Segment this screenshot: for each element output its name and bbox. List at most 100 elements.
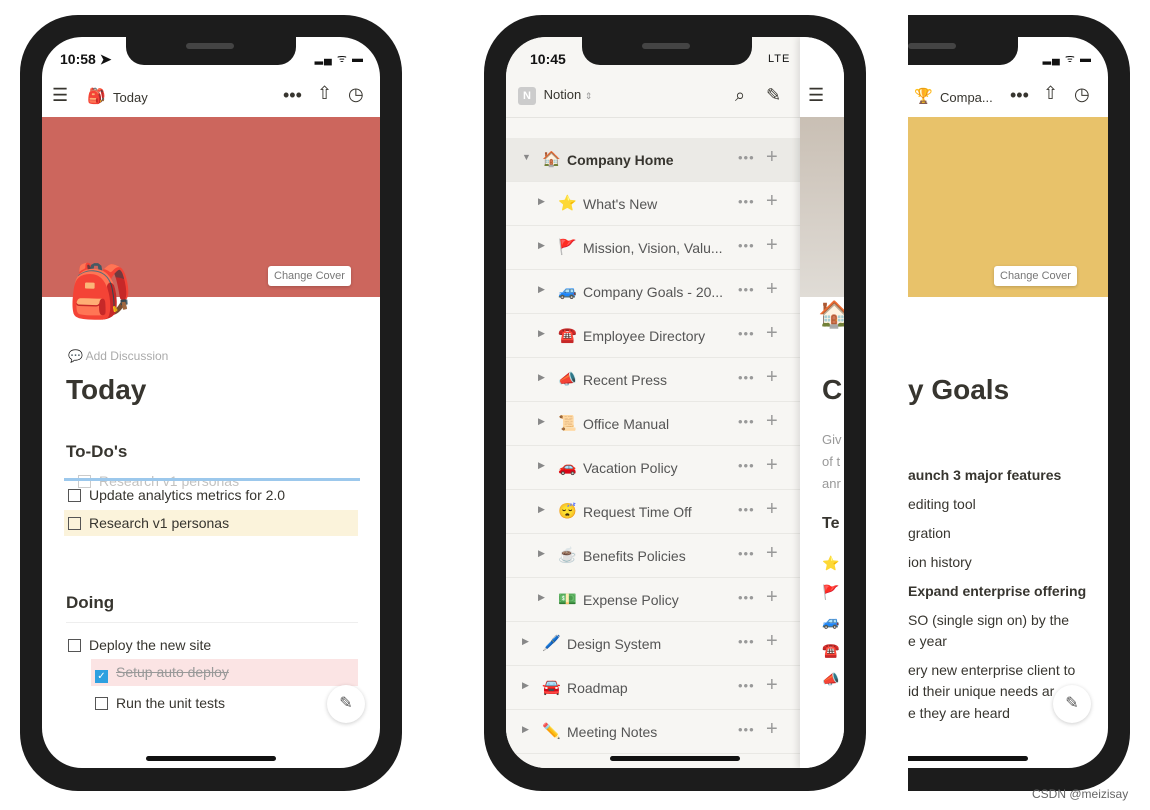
add-icon[interactable]: + (766, 366, 778, 389)
more-icon[interactable]: ••• (283, 85, 302, 106)
sidebar-item[interactable]: ▶ 📜 Office Manual ••• + (506, 402, 800, 446)
sidebar-item[interactable]: ▶ ✏️ Meeting Notes ••• + (506, 710, 800, 754)
more-icon[interactable]: ••• (1010, 85, 1029, 106)
sidebar-item[interactable]: ▶ 🚘 Roadmap ••• + (506, 666, 800, 710)
share-icon[interactable]: ⇧ (1043, 83, 1058, 104)
desc-peek: anr (822, 476, 841, 491)
more-icon[interactable]: ••• (738, 634, 755, 649)
add-icon[interactable]: + (766, 190, 778, 213)
checkbox[interactable] (95, 697, 108, 710)
clock-icon[interactable]: ◷ (1074, 84, 1090, 105)
caret-right-icon[interactable]: ▶ (538, 592, 545, 603)
more-icon[interactable]: ••• (738, 590, 755, 605)
sidebar-item[interactable]: ▶ 💵 Expense Policy ••• + (506, 578, 800, 622)
caret-right-icon[interactable]: ▶ (538, 548, 545, 559)
caret-right-icon[interactable]: ▶ (522, 724, 529, 735)
sidebar-item[interactable]: ▶ 🚩 Mission, Vision, Valu... ••• + (506, 226, 800, 270)
sidebar-item-label: Vacation Policy (583, 460, 678, 476)
caret-right-icon[interactable]: ▶ (522, 636, 529, 647)
menu-icon[interactable]: ☰ (808, 85, 824, 106)
add-icon[interactable]: + (766, 234, 778, 257)
sidebar-item[interactable]: ▶ 📣 Recent Press ••• + (506, 358, 800, 402)
header-title: Today (113, 90, 148, 105)
sidebar-item-label: What's New (583, 196, 658, 212)
checkbox-checked[interactable]: ✓ (95, 670, 108, 683)
screen: ▂▄ ᯤ ▬ 🏆 Compa... ••• ⇧ ◷ Change Cover y… (908, 37, 1108, 768)
checkbox[interactable] (68, 517, 81, 530)
add-icon[interactable]: + (766, 146, 778, 169)
phone-sidebar: 10:45 LTE N Notion ⇕ ⌕ ✎ ▼ 🏠 Company Hom… (484, 15, 866, 791)
add-icon[interactable]: + (766, 278, 778, 301)
sidebar-item-label: Benefits Policies (583, 548, 686, 564)
todo-item[interactable]: Update analytics metrics for 2.0 (68, 487, 285, 503)
caret-right-icon[interactable]: ▶ (538, 284, 545, 295)
compose-button[interactable]: ✎ (327, 685, 365, 723)
search-icon[interactable]: ⌕ (735, 85, 745, 106)
add-icon[interactable]: + (766, 542, 778, 565)
caret-right-icon[interactable]: ▶ (538, 240, 545, 251)
todo-item[interactable]: Deploy the new site (68, 637, 211, 653)
share-icon[interactable]: ⇧ (317, 83, 332, 104)
page-peek: ☰ 🏠 C Giv of t anr Te ⭐ 🚩 🚙 ☎️ 📣 (800, 37, 844, 768)
todo-item[interactable]: Run the unit tests (95, 695, 225, 711)
clock-icon[interactable]: ◷ (348, 84, 364, 105)
workspace-switcher[interactable]: N Notion ⇕ (518, 87, 592, 105)
sidebar-item[interactable]: ▶ 😴 Request Time Off ••• + (506, 490, 800, 534)
more-icon[interactable]: ••• (738, 722, 755, 737)
more-icon[interactable]: ••• (738, 194, 755, 209)
sidebar-item-label: Recent Press (583, 372, 668, 388)
page-icon-backpack[interactable]: 🎒 (68, 261, 133, 322)
todo-text: Update analytics metrics for 2.0 (89, 487, 286, 503)
header-title: Compa... (940, 90, 993, 105)
caret-right-icon[interactable]: ▶ (538, 372, 545, 383)
change-cover-button[interactable]: Change Cover (994, 266, 1077, 286)
page-emoji-icon: 🚩 (822, 584, 840, 600)
add-icon[interactable]: + (766, 322, 778, 345)
add-icon[interactable]: + (766, 586, 778, 609)
compose-button[interactable]: ✎ (1053, 685, 1091, 723)
sidebar-item[interactable]: ▶ ⭐ What's New ••• + (506, 182, 800, 226)
more-icon[interactable]: ••• (738, 238, 755, 253)
checkbox[interactable] (68, 489, 81, 502)
more-icon[interactable]: ••• (738, 150, 755, 165)
add-icon[interactable]: + (766, 718, 778, 741)
sidebar: 10:45 LTE N Notion ⇕ ⌕ ✎ ▼ 🏠 Company Hom… (506, 37, 800, 768)
status-icons: ▂▄ ᯤ ▬ (314, 53, 364, 65)
add-icon[interactable]: + (766, 454, 778, 477)
sidebar-item[interactable]: ▶ ☕ Benefits Policies ••• + (506, 534, 800, 578)
caret-right-icon[interactable]: ▶ (522, 680, 529, 691)
caret-right-icon[interactable]: ▶ (538, 460, 545, 471)
checkbox[interactable] (68, 639, 81, 652)
more-icon[interactable]: ••• (738, 282, 755, 297)
add-icon[interactable]: + (766, 410, 778, 433)
more-icon[interactable]: ••• (738, 458, 755, 473)
caret-right-icon[interactable]: ▶ (538, 328, 545, 339)
add-icon[interactable]: + (766, 498, 778, 521)
sidebar-item[interactable]: ▶ 🚗 Vacation Policy ••• + (506, 446, 800, 490)
more-icon[interactable]: ••• (738, 546, 755, 561)
sidebar-item[interactable]: ▶ 🚙 Company Goals - 20... ••• + (506, 270, 800, 314)
add-icon[interactable]: + (766, 674, 778, 697)
more-icon[interactable]: ••• (738, 370, 755, 385)
caret-right-icon[interactable]: ▶ (538, 416, 545, 427)
sidebar-item[interactable]: ▼ 🏠 Company Home ••• + (506, 138, 800, 182)
caret-right-icon[interactable]: ▶ (538, 196, 545, 207)
change-cover-button[interactable]: Change Cover (268, 266, 351, 286)
page-emoji-icon: 📣 (558, 371, 577, 388)
more-icon[interactable]: ••• (738, 326, 755, 341)
more-icon[interactable]: ••• (738, 502, 755, 517)
menu-icon[interactable]: ☰ (52, 85, 68, 106)
caret-right-icon[interactable]: ▶ (538, 504, 545, 515)
sidebar-item-label: Employee Directory (583, 328, 706, 344)
caret-down-icon[interactable]: ▼ (522, 152, 531, 162)
more-icon[interactable]: ••• (738, 678, 755, 693)
add-discussion[interactable]: 💬 Add Discussion (68, 349, 168, 363)
add-icon[interactable]: + (766, 630, 778, 653)
new-page-icon[interactable]: ✎ (766, 85, 781, 106)
more-icon[interactable]: ••• (738, 414, 755, 429)
sidebar-item[interactable]: ▶ 🖊️ Design System ••• + (506, 622, 800, 666)
sidebar-item[interactable]: ▶ ☎️ Employee Directory ••• + (506, 314, 800, 358)
page-title-peek: C (822, 374, 843, 405)
todo-item[interactable]: ✓ Setup auto deploy (91, 659, 358, 686)
todo-item[interactable]: Research v1 personas (64, 510, 358, 536)
